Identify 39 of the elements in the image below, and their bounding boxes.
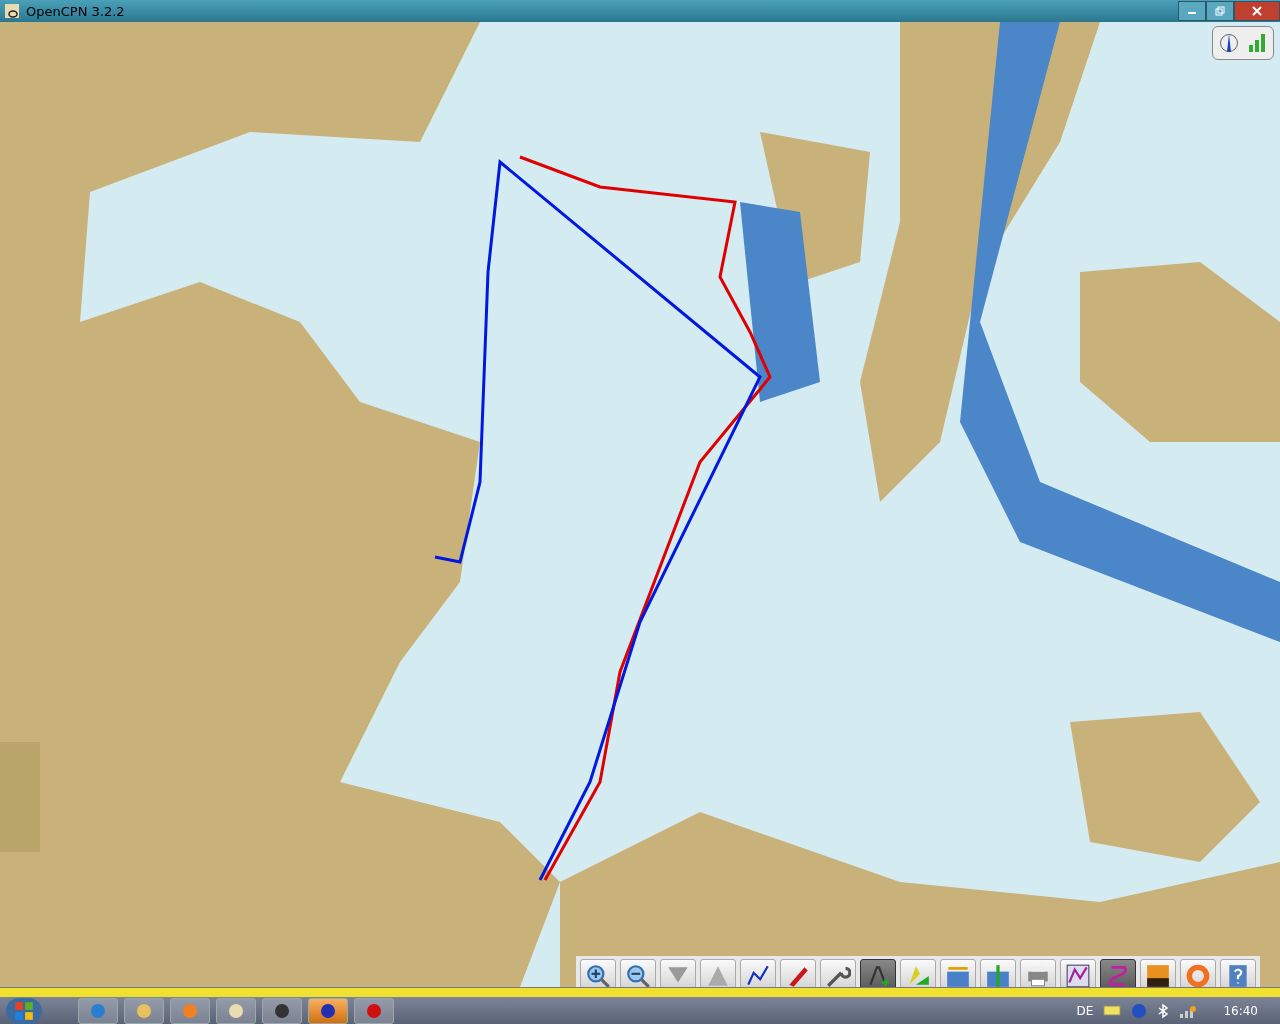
start-button[interactable] <box>6 997 42 1024</box>
taskbar-app[interactable] <box>216 997 256 1024</box>
wrench-tool[interactable] <box>820 959 856 987</box>
close-icon <box>1252 6 1262 16</box>
window-title: OpenCPN 3.2.2 <box>26 3 125 19</box>
zoom-out-tool[interactable] <box>620 959 656 987</box>
printer-tool[interactable] <box>1020 959 1056 987</box>
sunset-tool[interactable] <box>1140 959 1176 987</box>
route-tool[interactable] <box>740 959 776 987</box>
route-list-tool[interactable] <box>1060 959 1096 987</box>
zoom-in-tool[interactable] <box>580 959 616 987</box>
restore-icon <box>1215 6 1225 16</box>
language-indicator[interactable]: DE <box>1076 1003 1094 1018</box>
lifebuoy-icon <box>1185 963 1211 987</box>
boat-tool[interactable] <box>780 959 816 987</box>
app-icon <box>4 3 20 19</box>
funnel-tool[interactable] <box>660 959 696 987</box>
zoom-out-icon <box>625 963 651 987</box>
compass-icon <box>1219 33 1239 53</box>
maximize-button[interactable] <box>1206 1 1234 21</box>
taskbar-app[interactable] <box>262 997 302 1024</box>
close-button[interactable] <box>1234 1 1280 21</box>
sunset-icon <box>1145 963 1171 987</box>
bluetooth-icon[interactable] <box>1157 1002 1170 1019</box>
route-icon <box>745 963 771 987</box>
windows-logo-icon <box>13 999 35 1022</box>
text-tool[interactable] <box>860 959 896 987</box>
taskbar-app[interactable] <box>308 997 348 1024</box>
help-tool[interactable] <box>1220 959 1256 987</box>
minimize-button[interactable] <box>1178 1 1206 21</box>
clock[interactable]: 16:40 <box>1223 1003 1258 1018</box>
keyboard-icon[interactable] <box>1103 1004 1122 1017</box>
signal-icon <box>1247 33 1267 53</box>
flags-tool[interactable] <box>900 959 936 987</box>
height-tool[interactable] <box>980 959 1016 987</box>
taskbar-app[interactable] <box>354 997 394 1024</box>
route-list-icon <box>1065 963 1091 987</box>
curve-tool[interactable] <box>1100 959 1136 987</box>
width-tool[interactable] <box>940 959 976 987</box>
